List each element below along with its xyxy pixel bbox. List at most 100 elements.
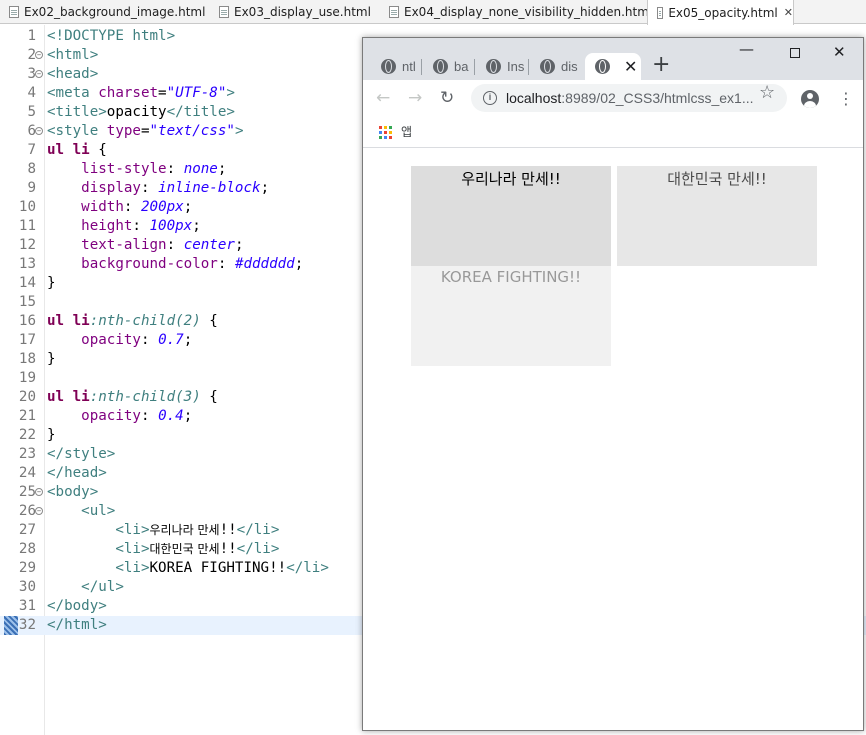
browser-tab[interactable]: dis bbox=[530, 53, 582, 80]
fold-toggle-icon[interactable]: − bbox=[35, 70, 43, 78]
line-number: 5 bbox=[27, 104, 36, 120]
apps-dot bbox=[389, 131, 392, 134]
code-token: 0.7 bbox=[158, 332, 184, 348]
code-text: width: 200px; bbox=[47, 198, 192, 217]
editor-tab-ex02[interactable]: Ex02_background_image.html bbox=[0, 0, 205, 24]
code-token: <html> bbox=[47, 47, 99, 63]
line-number: 18 bbox=[18, 351, 36, 367]
code-text: <title>opacity</title> bbox=[47, 103, 235, 122]
fold-toggle-icon[interactable]: − bbox=[35, 507, 43, 515]
editor-tab-ex05[interactable]: Ex05_opacity.html ✕ bbox=[647, 0, 794, 25]
line-number: 20 bbox=[18, 389, 36, 405]
line-number: 31 bbox=[18, 598, 36, 614]
line-number: 32 bbox=[18, 617, 36, 633]
code-token: </li> bbox=[236, 541, 280, 557]
bookmark-star-icon[interactable]: ☆ bbox=[759, 82, 775, 103]
code-token: <li> bbox=[115, 541, 150, 557]
apps-bookmark-label[interactable]: 앱 bbox=[401, 123, 412, 140]
code-text: list-style: none; bbox=[47, 160, 226, 179]
editor-tab-bar: Ex02_background_image.html Ex03_display_… bbox=[0, 0, 866, 25]
code-text: display: inline-block; bbox=[47, 179, 269, 198]
globe-icon bbox=[540, 59, 555, 74]
code-token: #dddddd bbox=[234, 256, 295, 272]
info-icon[interactable]: i bbox=[483, 91, 497, 105]
close-icon[interactable]: ✕ bbox=[784, 6, 793, 19]
code-text: ul li:nth-child(2) { bbox=[47, 312, 218, 331]
code-token: !! bbox=[219, 522, 237, 538]
fold-toggle-icon[interactable]: − bbox=[35, 51, 43, 59]
editor-tab-label: Ex05_opacity.html bbox=[668, 5, 778, 20]
reload-button[interactable]: ↻ bbox=[440, 88, 454, 108]
code-token: } bbox=[47, 351, 56, 367]
close-tab-icon[interactable]: ✕ bbox=[624, 57, 637, 77]
demo-list-item: 대한민국 만세!! bbox=[617, 166, 817, 266]
apps-dot bbox=[379, 131, 382, 134]
code-token: ; bbox=[234, 237, 244, 253]
code-token: <!DOCTYPE html> bbox=[47, 28, 176, 44]
line-number: 8 bbox=[27, 161, 36, 177]
code-token: opacity bbox=[81, 408, 141, 424]
address-bar[interactable]: i localhost:8989/02_CSS3/htmlcss_ex1... bbox=[471, 84, 787, 112]
browser-menu-icon[interactable]: ⋮ bbox=[838, 89, 854, 108]
code-text: <li>우리나라 만세!!</li> bbox=[47, 521, 279, 540]
code-token: </html> bbox=[47, 617, 107, 633]
code-text: ul li:nth-child(3) { bbox=[47, 388, 218, 407]
editor-tab-label: Ex03_display_use.html bbox=[234, 5, 371, 19]
code-token: "UTF-8" bbox=[166, 85, 227, 101]
code-token: :nth-child(3) bbox=[89, 389, 201, 405]
back-button[interactable]: ← bbox=[376, 88, 390, 108]
demo-list-item: 우리나라 만세!! bbox=[411, 166, 611, 266]
code-token: <style bbox=[47, 123, 107, 139]
url-text[interactable]: localhost:8989/02_CSS3/htmlcss_ex1... bbox=[506, 90, 754, 106]
code-text: </style> bbox=[47, 445, 115, 464]
code-token: ul li bbox=[47, 142, 90, 158]
forward-button[interactable]: → bbox=[408, 88, 422, 108]
line-number: 9 bbox=[27, 180, 36, 196]
code-token: ; bbox=[192, 218, 201, 234]
line-number: 28 bbox=[18, 541, 36, 557]
line-number: 14 bbox=[18, 275, 36, 291]
line-number: 11 bbox=[18, 218, 36, 234]
editor-tab-ex04[interactable]: Ex04_display_none_visibility_hidden.html bbox=[380, 0, 652, 24]
code-token: :nth-child(2) bbox=[89, 313, 201, 329]
fold-toggle-icon[interactable]: − bbox=[35, 127, 43, 135]
code-token: 대한민국 만세 bbox=[149, 542, 220, 556]
minimize-button[interactable]: — bbox=[739, 40, 754, 58]
apps-grid-icon[interactable] bbox=[379, 126, 392, 139]
code-token: : bbox=[166, 237, 184, 253]
browser-tab-label: ba bbox=[454, 59, 469, 74]
code-token: { bbox=[200, 389, 218, 405]
code-text: } bbox=[47, 274, 56, 293]
browser-tab[interactable]: Ins bbox=[476, 53, 529, 80]
line-number: 3 bbox=[27, 66, 36, 82]
browser-tab-active[interactable]: ✕ bbox=[585, 53, 641, 80]
code-token: ; bbox=[260, 180, 270, 196]
code-token: <title> bbox=[47, 104, 107, 120]
code-token: !! bbox=[219, 541, 237, 557]
bookmarks-bar: 앱 bbox=[363, 116, 863, 148]
new-tab-button[interactable]: + bbox=[652, 52, 670, 77]
browser-tab-label: ntl bbox=[402, 59, 416, 74]
line-number: 30 bbox=[18, 579, 36, 595]
line-number: 27 bbox=[18, 522, 36, 538]
code-token: ul li bbox=[47, 313, 90, 329]
code-token: none bbox=[183, 161, 218, 177]
code-text: } bbox=[47, 350, 56, 369]
browser-tab[interactable]: ba bbox=[423, 53, 475, 80]
line-number: 24 bbox=[18, 465, 36, 481]
profile-avatar-icon[interactable] bbox=[801, 90, 819, 108]
code-token: <li> bbox=[115, 560, 150, 576]
window-close-button[interactable]: ✕ bbox=[833, 43, 846, 61]
maximize-button[interactable] bbox=[790, 48, 800, 58]
browser-tab[interactable]: ntl bbox=[371, 53, 422, 80]
line-number: 2 bbox=[27, 47, 36, 63]
url-host: localhost bbox=[506, 90, 562, 106]
editor-tab-ex03[interactable]: Ex03_display_use.html bbox=[210, 0, 371, 24]
code-token: text-align bbox=[81, 237, 167, 253]
line-number: 29 bbox=[18, 560, 36, 576]
apps-dot bbox=[389, 136, 392, 139]
fold-toggle-icon[interactable]: − bbox=[35, 488, 43, 496]
